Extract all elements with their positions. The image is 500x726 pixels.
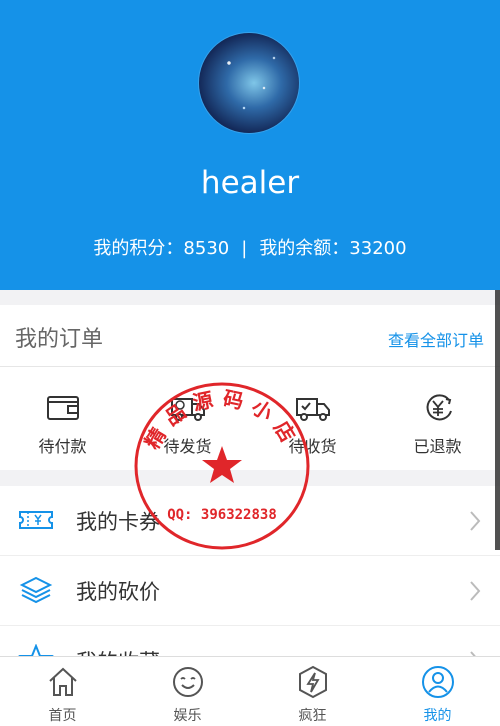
user-icon [421, 666, 454, 698]
yen-refund-icon [426, 394, 452, 421]
order-refunded-label: 已退款 [413, 437, 462, 456]
view-all-orders-link[interactable]: 查看全部订单 [388, 327, 484, 351]
balance-label: 我的余额：33200 [259, 238, 407, 259]
tab-crazy-label: 疯狂 [298, 708, 327, 724]
tab-home[interactable]: 首页 [0, 657, 125, 726]
wallet-icon [46, 396, 79, 420]
home-icon [48, 667, 77, 696]
menu-item-coupons-label: 我的卡券 [76, 510, 160, 534]
bolt-icon [298, 665, 327, 699]
tab-entertainment[interactable]: 娱乐 [125, 657, 250, 726]
delivery-check-icon [295, 398, 330, 421]
username: healer [200, 165, 300, 201]
order-pending-shipment-label: 待发货 [163, 437, 212, 456]
menu-item-bargains-label: 我的砍价 [76, 580, 160, 604]
points-label: 我的积分：8530 [93, 238, 230, 259]
tab-mine[interactable]: 我的 [375, 657, 500, 726]
menu-item-coupons[interactable]: 我的卡券 [0, 486, 500, 556]
avatar[interactable] [199, 33, 299, 133]
profile-header: healer 我的积分：8530 | 我的余额：33200 [0, 0, 500, 290]
truck-icon [170, 398, 205, 421]
tab-mine-label: 我的 [423, 708, 452, 724]
layers-icon [19, 576, 53, 604]
menu-item-bargains[interactable]: 我的砍价 [0, 556, 500, 626]
order-refunded[interactable]: 已退款 [375, 367, 500, 470]
chevron-right-icon [470, 581, 481, 601]
order-pending-receipt-label: 待收货 [288, 437, 337, 456]
stats-separator: | [241, 238, 248, 259]
chevron-right-icon [470, 511, 481, 531]
order-pending-receipt[interactable]: 待收货 [250, 367, 375, 470]
orders-panel: 我的订单 查看全部订单 待付款 待发货 待收货 已退款 [0, 305, 500, 470]
account-stats: 我的积分：8530 | 我的余额：33200 [0, 234, 500, 260]
tab-crazy[interactable]: 疯狂 [250, 657, 375, 726]
coupon-icon [19, 511, 53, 529]
profile-page: healer 我的积分：8530 | 我的余额：33200 我的订单 查看全部订单 … [0, 0, 500, 726]
order-status-grid: 待付款 待发货 待收货 已退款 [0, 367, 500, 470]
smile-icon [172, 667, 203, 697]
order-pending-payment[interactable]: 待付款 [0, 367, 125, 470]
tab-home-label: 首页 [48, 708, 77, 724]
bottom-tab-bar: 首页 娱乐 疯狂 我的 [0, 656, 500, 726]
scrollbar[interactable] [495, 290, 500, 550]
orders-header: 我的订单 查看全部订单 [0, 305, 500, 367]
order-pending-payment-label: 待付款 [38, 437, 87, 456]
order-pending-shipment[interactable]: 待发货 [125, 367, 250, 470]
tab-entertainment-label: 娱乐 [173, 708, 202, 724]
orders-title: 我的订单 [15, 327, 104, 352]
